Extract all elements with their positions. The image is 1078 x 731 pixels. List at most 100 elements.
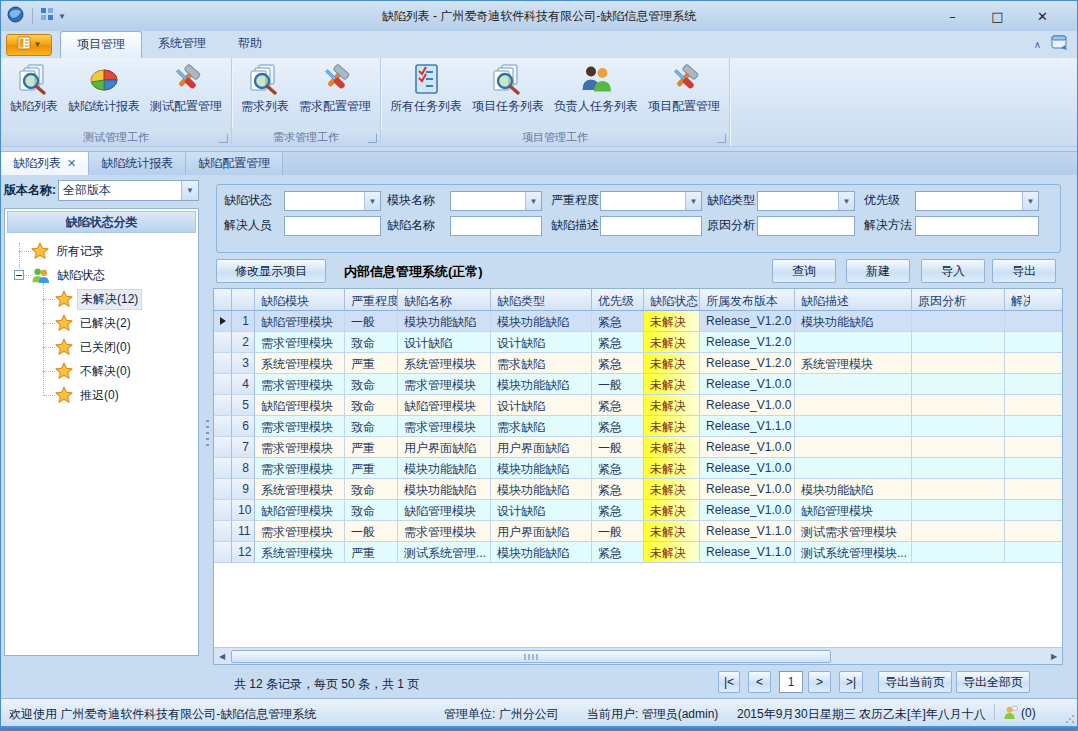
- grid-cell: 缺陷管理模块: [255, 500, 345, 521]
- ribbon-button-项目配置管理[interactable]: 项目配置管理: [643, 61, 725, 117]
- grid-row[interactable]: 6需求管理模块致命需求管理模块需求缺陷紧急未解决Release_V1.1.0: [214, 416, 1062, 437]
- tree-item-所有记录[interactable]: 所有记录: [7, 239, 196, 263]
- scrollbar-thumb[interactable]: [231, 650, 831, 663]
- resize-grip[interactable]: [1065, 714, 1075, 724]
- grid-row[interactable]: 1缺陷管理模块一般模块功能缺陷模块功能缺陷紧急未解决Release_V1.2.0…: [214, 311, 1062, 332]
- filter-combo-严重程度[interactable]: ▼: [600, 191, 702, 211]
- dialog-launcher-icon[interactable]: [219, 134, 228, 143]
- toolbar-button-查询[interactable]: 查询: [772, 259, 836, 283]
- grid-column-header-解决方法[interactable]: 解决方法: [1005, 289, 1063, 311]
- grid-column-header-缺陷模块[interactable]: 缺陷模块: [255, 289, 345, 311]
- ribbon-help-icon[interactable]: [1051, 35, 1069, 54]
- filter-combo-模块名称[interactable]: ▼: [450, 191, 542, 211]
- ribbon-button-缺陷列表[interactable]: 缺陷列表: [5, 61, 63, 117]
- filter-box: 缺陷状态▼模块名称▼严重程度▼缺陷类型▼优先级▼解决人员缺陷名称缺陷描述原因分析…: [216, 184, 1061, 253]
- filter-input-解决人员[interactable]: [284, 216, 381, 236]
- tree-item-推迟(0)[interactable]: 推迟(0): [7, 383, 196, 407]
- grid-column-header-缺陷描述[interactable]: 缺陷描述: [795, 289, 912, 311]
- combo-dropdown-icon[interactable]: ▼: [181, 181, 198, 200]
- tree-item-已关闭(0)[interactable]: 已关闭(0): [7, 335, 196, 359]
- minimize-button[interactable]: –: [930, 9, 975, 24]
- grid-row[interactable]: 11需求管理模块一般需求管理模块用户界面缺陷一般未解决Release_V1.1.…: [214, 521, 1062, 542]
- grid-column-header-优先级[interactable]: 优先级: [592, 289, 644, 311]
- grid-column-header-缺陷名称[interactable]: 缺陷名称: [398, 289, 491, 311]
- tree-expander-icon[interactable]: [14, 270, 24, 280]
- version-combobox[interactable]: 全部版本 ▼: [58, 180, 199, 201]
- collapse-ribbon-icon[interactable]: ∧: [1034, 39, 1041, 50]
- grid-row[interactable]: 2需求管理模块致命设计缺陷设计缺陷紧急未解决Release_V1.2.0: [214, 332, 1062, 353]
- grid-cell: Release_V1.0.0: [700, 374, 795, 395]
- document-tab-缺陷配置管理[interactable]: 缺陷配置管理: [186, 152, 283, 175]
- tree-item-缺陷状态[interactable]: 缺陷状态: [7, 263, 196, 287]
- filter-combo-优先级[interactable]: ▼: [915, 191, 1039, 211]
- tab-close-icon[interactable]: ✕: [67, 157, 76, 170]
- tree-item-已解决(2)[interactable]: 已解决(2): [7, 311, 196, 335]
- combo-dropdown-icon[interactable]: ▼: [685, 192, 701, 210]
- grid-column-header-原因分析[interactable]: 原因分析: [912, 289, 1005, 311]
- filter-input-原因分析[interactable]: [757, 216, 855, 236]
- toolbar-button-导入[interactable]: 导入: [921, 259, 985, 283]
- toolbar-button-导出[interactable]: 导出: [992, 259, 1056, 283]
- grid-row[interactable]: 9系统管理模块致命模块功能缺陷模块功能缺陷紧急未解决Release_V1.0.0…: [214, 479, 1062, 500]
- pager-export_all-button[interactable]: 导出全部页: [956, 671, 1030, 693]
- ribbon-button-需求配置管理[interactable]: 需求配置管理: [294, 61, 376, 117]
- combo-dropdown-icon[interactable]: ▼: [364, 192, 380, 210]
- ribbon-group-caption: 需求管理工作: [232, 129, 380, 146]
- modify-display-items-button[interactable]: 修改显示项目: [216, 259, 326, 283]
- pager-export_current-button[interactable]: 导出当前页: [878, 671, 952, 693]
- app-menu-button[interactable]: ▼: [6, 34, 52, 56]
- tree-item-不解决(0)[interactable]: 不解决(0): [7, 359, 196, 383]
- grid-row[interactable]: 12系统管理模块严重测试系统管理...模块功能缺陷紧急未解决Release_V1…: [214, 542, 1062, 563]
- grid-column-header-所属发布版本[interactable]: 所属发布版本: [700, 289, 795, 311]
- document-tab-缺陷列表[interactable]: 缺陷列表✕: [1, 152, 89, 175]
- grid-column-header-缺陷状态[interactable]: 缺陷状态: [644, 289, 700, 311]
- close-button[interactable]: ✕: [1020, 9, 1065, 24]
- ribbon-button-测试配置管理[interactable]: 测试配置管理: [145, 61, 227, 117]
- grid-row[interactable]: 10缺陷管理模块致命缺陷管理模块设计缺陷紧急未解决Release_V1.0.0缺…: [214, 500, 1062, 521]
- filter-input-缺陷描述[interactable]: [600, 216, 702, 236]
- toolbar-button-新建[interactable]: 新建: [846, 259, 910, 283]
- grid-row[interactable]: 8需求管理模块严重模块功能缺陷模块功能缺陷紧急未解决Release_V1.0.0: [214, 458, 1062, 479]
- combo-dropdown-icon[interactable]: ▼: [525, 192, 541, 210]
- filter-combo-缺陷状态[interactable]: ▼: [284, 191, 381, 211]
- grid-row[interactable]: 3系统管理模块严重系统管理模块需求缺陷紧急未解决Release_V1.2.0系统…: [214, 353, 1062, 374]
- grid-column-header-缺陷类型[interactable]: 缺陷类型: [491, 289, 592, 311]
- document-tab-缺陷统计报表[interactable]: 缺陷统计报表: [89, 152, 186, 175]
- scroll-right-icon[interactable]: ▶: [1046, 649, 1062, 664]
- page-number-input[interactable]: 1: [779, 671, 803, 693]
- grid-cell: 测试需求管理模块: [795, 521, 912, 542]
- panel-splitter[interactable]: [201, 175, 213, 698]
- filter-input-解决方法[interactable]: [915, 216, 1039, 236]
- grid-row[interactable]: 4需求管理模块致命需求管理模块模块功能缺陷一般未解决Release_V1.0.0: [214, 374, 1062, 395]
- ribbon-button-所有任务列表[interactable]: 所有任务列表: [385, 61, 467, 117]
- quick-access-toolbar-icon[interactable]: [41, 8, 54, 24]
- ribbon-button-缺陷统计报表[interactable]: 缺陷统计报表: [63, 61, 145, 117]
- grid-row[interactable]: 7需求管理模块严重用户界面缺陷用户界面缺陷一般未解决Release_V1.0.0: [214, 437, 1062, 458]
- grid-column-header-严重程度[interactable]: 严重程度: [345, 289, 398, 311]
- filter-input-缺陷名称[interactable]: [450, 216, 542, 236]
- pager-last-button[interactable]: >|: [839, 671, 863, 693]
- ribbon-button-需求列表[interactable]: 需求列表: [236, 61, 294, 117]
- grid-horizontal-scrollbar[interactable]: ◀ ▶: [214, 647, 1062, 664]
- tree-item-未解决(12)[interactable]: 未解决(12): [7, 287, 196, 311]
- quick-access-dropdown-icon[interactable]: ▼: [58, 12, 66, 21]
- grid-row[interactable]: 5缺陷管理模块致命缺陷管理模块设计缺陷紧急未解决Release_V1.0.0: [214, 395, 1062, 416]
- combo-dropdown-icon[interactable]: ▼: [1022, 192, 1038, 210]
- ribbon-tab-项目管理[interactable]: 项目管理: [60, 31, 142, 58]
- current-row-arrow-icon: [220, 317, 226, 325]
- ribbon-tab-帮助[interactable]: 帮助: [222, 31, 278, 58]
- row-indicator-cell: [214, 437, 232, 458]
- ribbon-tab-系统管理[interactable]: 系统管理: [142, 31, 222, 58]
- ribbon-button-项目任务列表[interactable]: 项目任务列表: [467, 61, 549, 117]
- combo-dropdown-icon[interactable]: ▼: [838, 192, 854, 210]
- pager-next-button[interactable]: >: [808, 671, 831, 693]
- grid-cell: [912, 311, 1005, 332]
- dialog-launcher-icon[interactable]: [368, 134, 377, 143]
- dialog-launcher-icon[interactable]: [717, 134, 726, 143]
- pager-first-button[interactable]: |<: [718, 671, 740, 693]
- pager-prev-button[interactable]: <: [748, 671, 771, 693]
- maximize-button[interactable]: □: [975, 9, 1020, 24]
- ribbon-button-负责人任务列表[interactable]: 负责人任务列表: [549, 61, 643, 117]
- filter-combo-缺陷类型[interactable]: ▼: [757, 191, 855, 211]
- scroll-left-icon[interactable]: ◀: [214, 649, 230, 664]
